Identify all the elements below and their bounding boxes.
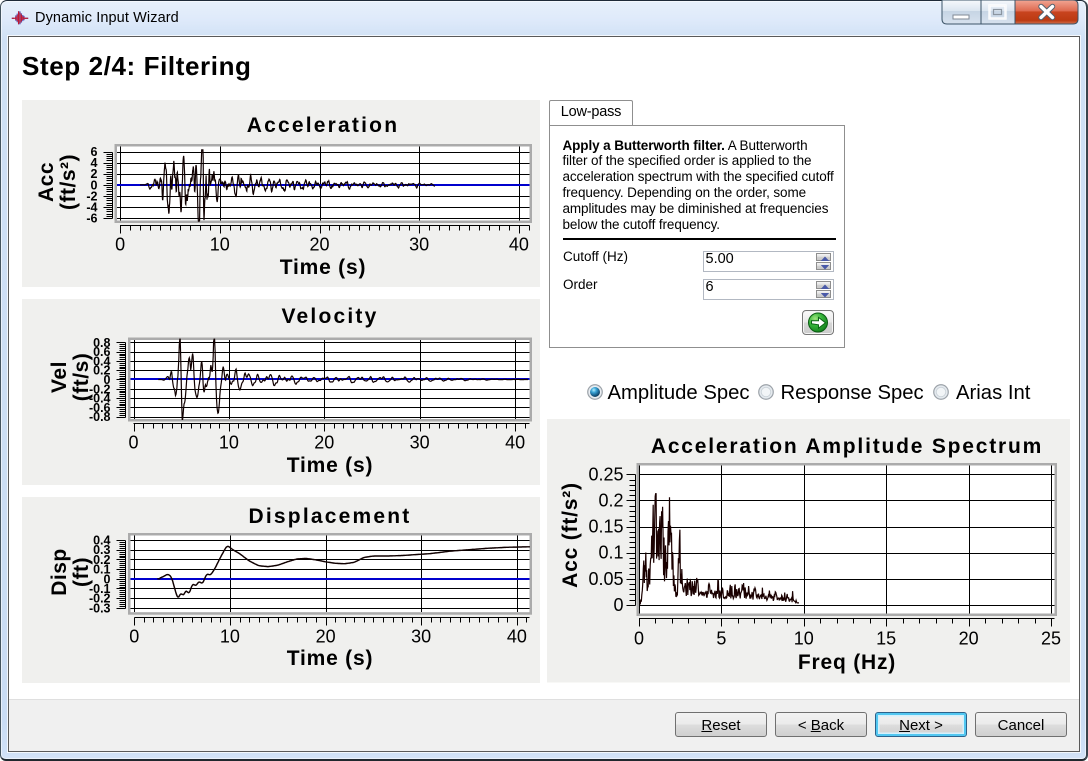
svg-text:Acceleration: Acceleration — [246, 114, 398, 137]
svg-text:0: 0 — [128, 432, 138, 452]
svg-text:10: 10 — [793, 629, 813, 649]
svg-text:6: 6 — [90, 145, 97, 159]
svg-text:10: 10 — [218, 432, 238, 452]
svg-text:Time (s): Time (s) — [286, 454, 373, 477]
svg-text:5: 5 — [716, 629, 726, 649]
svg-text:20: 20 — [315, 627, 335, 647]
svg-text:25: 25 — [1040, 629, 1060, 649]
svg-text:Acc (ft/s²): Acc (ft/s²) — [559, 482, 582, 588]
svg-text:Acc(ft/s²): Acc(ft/s²) — [35, 154, 80, 210]
svg-text:0.15: 0.15 — [588, 517, 623, 537]
svg-text:Time (s): Time (s) — [286, 647, 373, 670]
svg-text:Acceleration Amplitude Spectru: Acceleration Amplitude Spectrum — [650, 435, 1042, 458]
svg-text:30: 30 — [409, 432, 429, 452]
svg-text:15: 15 — [876, 629, 896, 649]
svg-text:0.05: 0.05 — [588, 569, 623, 589]
svg-text:20: 20 — [314, 432, 334, 452]
svg-text:0: 0 — [613, 595, 623, 615]
svg-text:40: 40 — [505, 432, 525, 452]
svg-text:0.2: 0.2 — [598, 491, 623, 511]
svg-text:10: 10 — [209, 235, 229, 255]
svg-text:0.4: 0.4 — [93, 534, 110, 548]
svg-text:0.8: 0.8 — [93, 335, 110, 349]
svg-text:0.25: 0.25 — [588, 464, 623, 484]
svg-text:20: 20 — [309, 235, 329, 255]
svg-text:30: 30 — [409, 235, 429, 255]
svg-text:40: 40 — [508, 235, 528, 255]
svg-text:0.1: 0.1 — [598, 543, 623, 563]
svg-text:0: 0 — [129, 627, 139, 647]
svg-text:0: 0 — [115, 235, 125, 255]
svg-text:Velocity: Velocity — [281, 305, 378, 328]
svg-text:10: 10 — [219, 627, 239, 647]
svg-text:0: 0 — [633, 629, 643, 649]
svg-text:20: 20 — [958, 629, 978, 649]
svg-text:Freq (Hz): Freq (Hz) — [797, 651, 895, 674]
svg-text:Displacement: Displacement — [248, 505, 411, 528]
svg-text:Time (s): Time (s) — [279, 256, 366, 279]
svg-text:40: 40 — [506, 627, 526, 647]
svg-text:30: 30 — [411, 627, 431, 647]
